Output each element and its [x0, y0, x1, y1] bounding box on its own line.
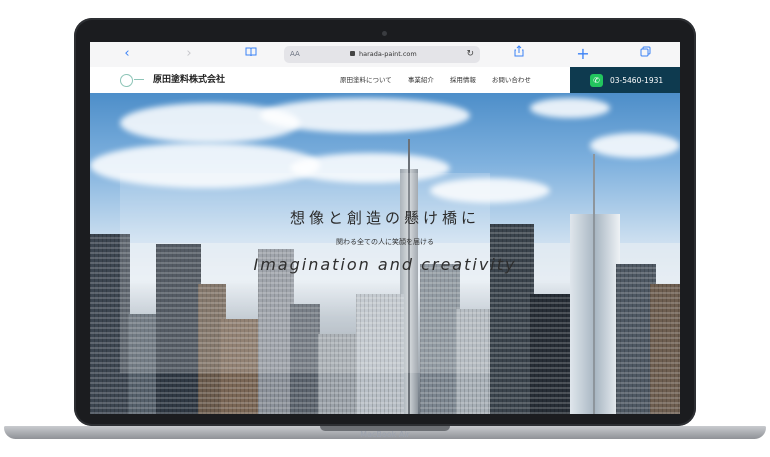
nav-item-business[interactable]: 事業紹介 — [408, 67, 434, 93]
browser-toolbar: ‹ › AA harada-paint.com ↻ + — [90, 42, 680, 68]
hero-section: 想像と創造の懸け橋に 関わる全ての人に笑顔を届ける Imagination an… — [90, 93, 680, 414]
main-nav: 原田塗料について 事業紹介 採用情報 お問い合わせ — [340, 67, 531, 93]
site-header: 原田塗料株式会社 原田塗料について 事業紹介 採用情報 お問い合わせ ✆ 03-… — [90, 67, 680, 93]
cloud — [590, 133, 680, 158]
url-text[interactable]: harada-paint.com — [359, 46, 417, 63]
hero-title: 想像と創造の懸け橋に — [289, 209, 480, 227]
nav-item-recruit[interactable]: 採用情報 — [450, 67, 476, 93]
building — [650, 284, 680, 414]
lock-icon — [350, 51, 355, 56]
forward-icon[interactable]: › — [180, 45, 198, 63]
antenna — [593, 154, 595, 414]
share-icon[interactable] — [510, 45, 528, 63]
back-icon[interactable]: ‹ — [118, 45, 136, 63]
tabs-icon[interactable] — [636, 45, 654, 63]
nav-item-about[interactable]: 原田塗料について — [340, 67, 392, 93]
laptop-screen: ‹ › AA harada-paint.com ↻ + 原田塗料株式会社 原田塗… — [90, 42, 680, 414]
company-name[interactable]: 原田塗料株式会社 — [153, 67, 225, 93]
device-label: MacBook Air — [360, 430, 410, 439]
reload-icon[interactable]: ↻ — [466, 46, 474, 63]
cloud — [530, 98, 610, 118]
logo-line — [134, 79, 144, 80]
address-bar[interactable]: AA harada-paint.com ↻ — [284, 46, 480, 63]
phone-icon: ✆ — [590, 73, 603, 87]
new-tab-icon[interactable]: + — [574, 45, 592, 63]
phone-number: 03-5460-1931 — [610, 75, 664, 85]
building — [490, 224, 534, 414]
laptop-lid: ‹ › AA harada-paint.com ↻ + 原田塗料株式会社 原田塗… — [74, 18, 696, 426]
hero-english-tagline: Imagination and creativity — [253, 255, 517, 274]
logo-icon[interactable] — [120, 74, 133, 87]
cloud — [260, 98, 470, 133]
hero-subtitle: 関わる全ての人に笑顔を届ける — [336, 238, 434, 246]
phone-button[interactable]: ✆ 03-5460-1931 — [570, 67, 680, 93]
reader-aa-button[interactable]: AA — [290, 46, 300, 63]
camera-icon — [382, 31, 387, 36]
bookmarks-icon[interactable] — [242, 45, 260, 63]
nav-item-contact[interactable]: お問い合わせ — [492, 67, 531, 93]
